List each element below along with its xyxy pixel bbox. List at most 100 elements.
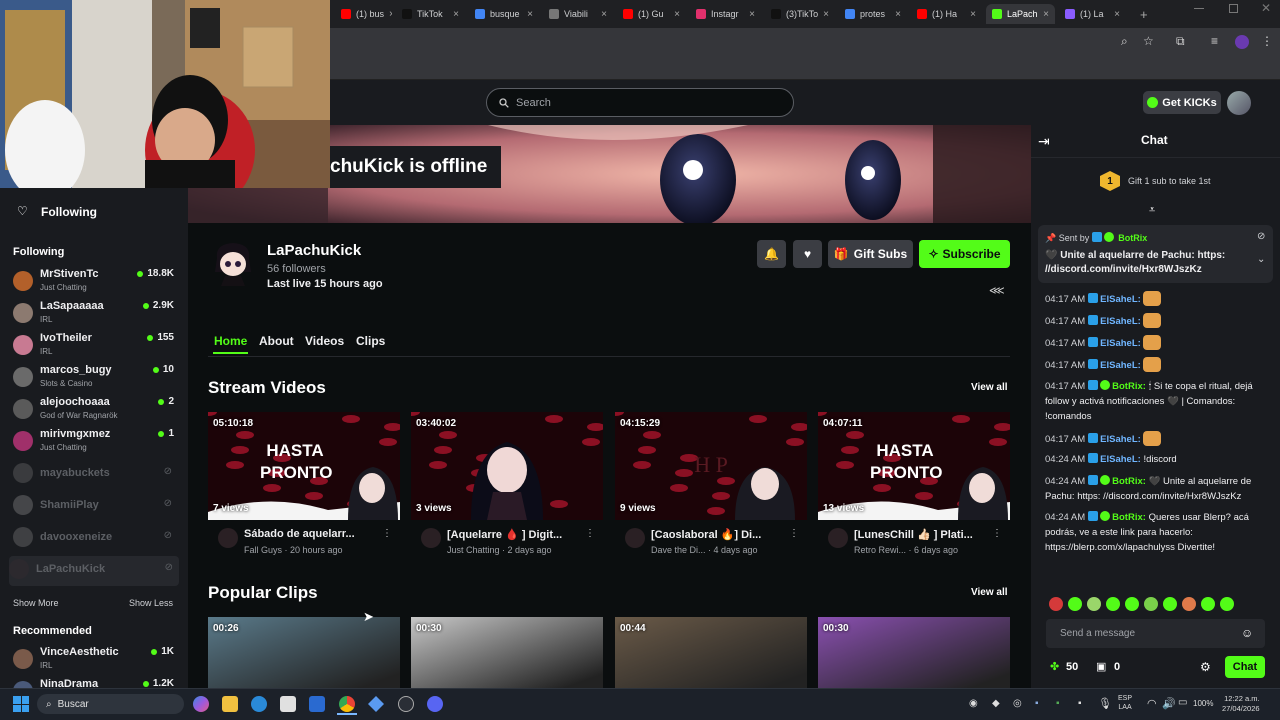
emoji-picker-icon[interactable]: ☺: [1241, 626, 1253, 640]
chat-username[interactable]: ElSaheL:: [1100, 294, 1141, 305]
clock[interactable]: 12:22 a.m. 27/04/2026: [1222, 694, 1260, 714]
battery-icon[interactable]: ▭: [1178, 697, 1187, 708]
clip-thumbnail[interactable]: 00:30: [411, 617, 603, 688]
video-thumbnail[interactable]: 03:40:02 3 views: [411, 412, 603, 520]
close-tab-icon[interactable]: ×: [453, 9, 459, 20]
more-options-icon[interactable]: ⋮: [992, 528, 1002, 539]
tray-discord-icon[interactable]: ◉: [969, 698, 978, 709]
chrome-icon[interactable]: [339, 696, 355, 712]
expand-leaderboard-icon[interactable]: ⩡: [1149, 204, 1155, 217]
pinned-message[interactable]: 📌 Sent by BotRix 🖤 Unite al aquelarre de…: [1038, 225, 1273, 283]
follow-heart-button[interactable]: ♥: [793, 240, 822, 268]
browser-tab[interactable]: protes ×: [839, 4, 907, 24]
edge-icon[interactable]: [251, 696, 267, 712]
chat-username[interactable]: ElSaheL:: [1100, 454, 1141, 465]
emote-icon[interactable]: [1087, 597, 1101, 611]
close-tab-icon[interactable]: ×: [527, 9, 533, 20]
emote-icon[interactable]: [1068, 597, 1082, 611]
recommended-channel[interactable]: VinceAesthetic IRL 1K: [13, 646, 178, 676]
following-header[interactable]: Following: [41, 205, 97, 219]
emote-icon[interactable]: [1163, 597, 1177, 611]
close-tab-icon[interactable]: ×: [970, 9, 976, 20]
emote-icon[interactable]: [1220, 597, 1234, 611]
channel-avatar[interactable]: [211, 240, 255, 288]
search-input[interactable]: Search: [486, 88, 794, 117]
tray-windows-icon[interactable]: ▪: [1078, 698, 1082, 709]
sidebar-channel[interactable]: mirivmgxmez Just Chatting 1: [13, 428, 178, 458]
emote-icon[interactable]: [1201, 597, 1215, 611]
chat-message[interactable]: 04:24 AM ElSaheL: !discord: [1045, 452, 1271, 467]
close-tab-icon[interactable]: ×: [389, 9, 392, 20]
browser-tab[interactable]: (1) La ×: [1059, 4, 1126, 24]
wifi-icon[interactable]: ◠: [1147, 697, 1157, 710]
sidebar-channel[interactable]: marcos_bugy Slots & Casino 10: [13, 364, 178, 394]
popular-clips-view-all[interactable]: View all: [971, 587, 1008, 598]
video-title[interactable]: [Caoslaboral 🔥] Di...: [651, 528, 781, 541]
chat-username[interactable]: BotRix:: [1112, 476, 1146, 487]
zoom-icon[interactable]: ⌕: [1121, 34, 1128, 49]
tab-about[interactable]: About: [259, 334, 294, 348]
browser-tab[interactable]: Instagr ×: [690, 4, 761, 24]
chatgpt-icon[interactable]: [398, 696, 414, 712]
close-tab-icon[interactable]: ×: [749, 9, 755, 20]
close-tab-icon[interactable]: ×: [1114, 9, 1120, 20]
chat-message[interactable]: 04:24 AM BotRix: 🖤 Unite al aquelarre de …: [1045, 474, 1271, 504]
chat-settings-icon[interactable]: ⚙: [1200, 660, 1211, 674]
more-options-icon[interactable]: ⋮: [382, 528, 392, 539]
chat-username[interactable]: ElSaheL:: [1100, 434, 1141, 445]
browser-tab[interactable]: (1) bus ×: [335, 4, 392, 24]
chat-message[interactable]: 04:17 AM ElSaheL:: [1045, 357, 1271, 373]
video-title[interactable]: [LunesChill 👍🏻 ] Plati...: [854, 528, 984, 541]
chat-message[interactable]: 04:17 AM ElSaheL:: [1045, 313, 1271, 329]
browser-menu-icon[interactable]: ⋮: [1261, 34, 1273, 48]
collapse-chat-icon[interactable]: ⇥: [1038, 133, 1050, 150]
chat-message[interactable]: 04:24 AM BotRix: Queres usar Blerp? acá p…: [1045, 510, 1271, 555]
channel-points[interactable]: 50: [1066, 661, 1078, 673]
sidebar-channel[interactable]: davooxeneize ⊘: [13, 524, 178, 554]
close-tab-icon[interactable]: ×: [823, 9, 829, 20]
close-tab-icon[interactable]: ×: [674, 9, 680, 20]
chat-send-button[interactable]: Chat: [1225, 656, 1265, 678]
tab-clips[interactable]: Clips: [356, 334, 385, 348]
volume-icon[interactable]: 🔊: [1162, 697, 1176, 710]
video-title[interactable]: [Aquelarre 🩸 ] Digit...: [447, 528, 577, 541]
video-thumbnail[interactable]: HASTA PRONTO 04:07:11 13 views: [818, 412, 1010, 520]
tray-steam-icon[interactable]: ◎: [1013, 698, 1022, 709]
tray-app-icon[interactable]: ◆: [992, 698, 1000, 709]
get-kicks-button[interactable]: Get KICKs: [1143, 91, 1221, 114]
sidebar-channel[interactable]: ShamiiPlay ⊘: [13, 492, 178, 522]
subscribe-button[interactable]: ✧ Subscribe: [919, 240, 1010, 268]
browser-tab[interactable]: TikTok ×: [396, 4, 465, 24]
unpin-icon[interactable]: ⊘: [1257, 231, 1265, 242]
more-options-icon[interactable]: ⋮: [585, 528, 595, 539]
clip-thumbnail[interactable]: 00:30: [818, 617, 1010, 688]
new-tab-button[interactable]: +: [1134, 4, 1154, 24]
microphone-icon[interactable]: 🎙: [1098, 697, 1112, 710]
more-options-icon[interactable]: ⋮: [789, 528, 799, 539]
gift-leaderboard-text[interactable]: Gift 1 sub to take 1st: [1128, 176, 1211, 186]
chat-username[interactable]: ElSaheL:: [1100, 316, 1141, 327]
chat-username[interactable]: ElSaheL:: [1100, 360, 1141, 371]
browser-tab[interactable]: (1) Gu ×: [617, 4, 686, 24]
chat-message[interactable]: 04:17 AM ElSaheL:: [1045, 431, 1271, 447]
user-avatar[interactable]: [1227, 91, 1251, 115]
show-less-link[interactable]: Show Less: [129, 598, 173, 608]
browser-tab[interactable]: (3)TikTo ×: [765, 4, 835, 24]
video-thumbnail[interactable]: H P 04:15:29 9 views: [615, 412, 807, 520]
sidebar-channel[interactable]: alejoochoaaa God of War Ragnarök 2: [13, 396, 178, 426]
sidebar-channel[interactable]: MrStivenTc Just Chatting 18.8K: [13, 268, 178, 298]
close-tab-icon[interactable]: ×: [895, 9, 901, 20]
emote-icon[interactable]: [1049, 597, 1063, 611]
browser-tab[interactable]: LaPach ×: [986, 4, 1055, 24]
video-title[interactable]: Sábado de aquelarr...: [244, 528, 374, 540]
chat-username[interactable]: BotRix:: [1112, 381, 1146, 392]
profile-icon[interactable]: [1235, 35, 1249, 49]
gift-subs-button[interactable]: 🎁 Gift Subs: [828, 240, 913, 268]
chevron-down-icon[interactable]: ⌄: [1257, 254, 1265, 265]
language-indicator[interactable]: ESP LAA: [1118, 694, 1132, 712]
tray-nvidia-icon[interactable]: ▪: [1056, 698, 1060, 709]
stream-videos-view-all[interactable]: View all: [971, 382, 1008, 393]
browser-tab[interactable]: Viabili ×: [543, 4, 613, 24]
sidebar-channel[interactable]: IvoTheiler IRL 155: [13, 332, 178, 362]
bookmark-star-icon[interactable]: ☆: [1143, 34, 1154, 48]
